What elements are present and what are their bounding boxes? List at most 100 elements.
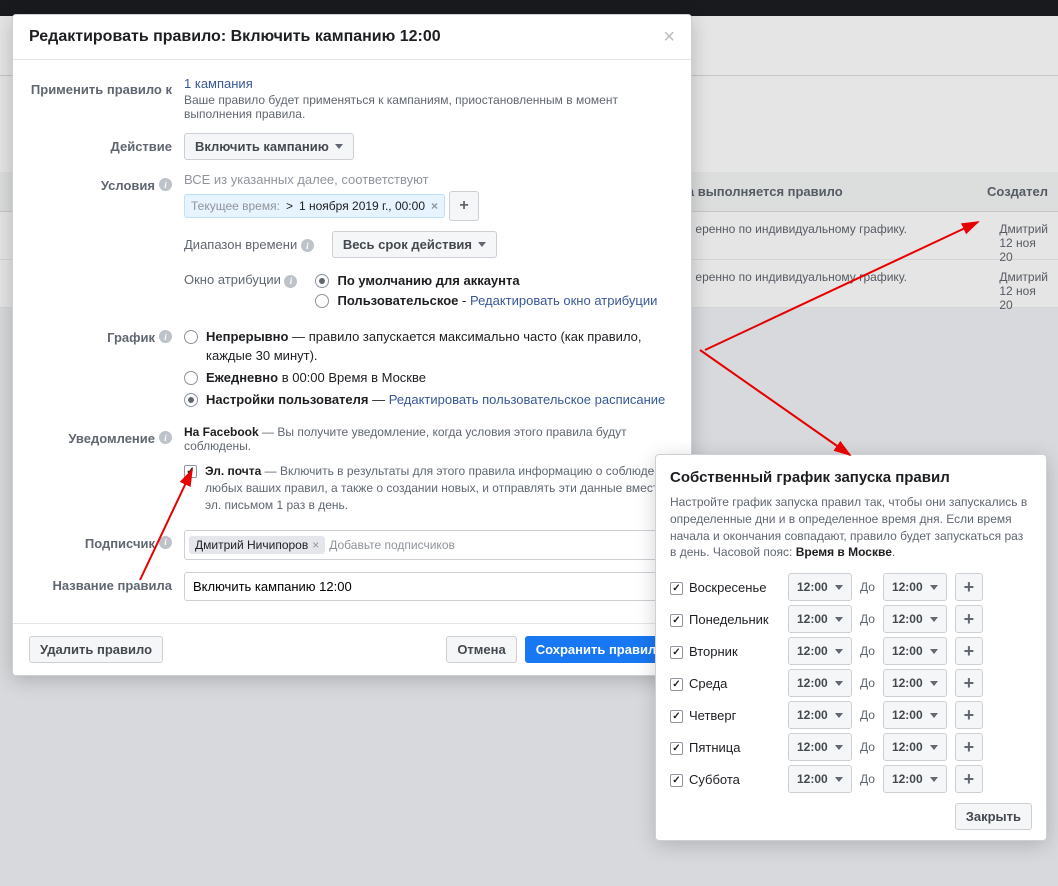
notification-label: Уведомлениеi	[29, 425, 184, 517]
info-icon[interactable]: i	[159, 536, 172, 549]
add-time-range-button[interactable]: +	[955, 701, 983, 729]
checkbox-icon	[670, 710, 683, 723]
radio-icon	[184, 330, 198, 344]
day-label: Суббота	[689, 772, 740, 787]
day-checkbox[interactable]: Среда	[670, 676, 780, 691]
time-from-dropdown[interactable]: 12:00	[788, 765, 852, 793]
schedule-day-row: Понедельник12:00До12:00+	[670, 605, 1032, 633]
to-label: До	[860, 708, 875, 722]
chevron-down-icon	[835, 713, 843, 718]
modal-title: Редактировать правило: Включить кампанию…	[29, 28, 663, 46]
schedule-day-row: Воскресенье 12:00 До 12:00 +	[670, 573, 1032, 601]
time-to-dropdown[interactable]: 12:00	[883, 733, 947, 761]
day-checkbox[interactable]: Четверг	[670, 708, 780, 723]
attribution-default-radio[interactable]: По умолчанию для аккаунта	[315, 272, 657, 290]
attribution-custom-radio[interactable]: Пользовательское - Редактировать окно ат…	[315, 292, 657, 310]
checkbox-icon	[670, 646, 683, 659]
chevron-down-icon	[835, 649, 843, 654]
time-to-dropdown[interactable]: 12:00	[883, 701, 947, 729]
close-icon[interactable]: ×	[663, 27, 675, 47]
chip-remove-icon[interactable]: ×	[431, 199, 438, 213]
add-time-range-button[interactable]: +	[955, 605, 983, 633]
cancel-button[interactable]: Отмена	[446, 636, 516, 663]
to-label: До	[860, 772, 875, 786]
add-time-range-button[interactable]: +	[955, 637, 983, 665]
chevron-down-icon	[930, 617, 938, 622]
schedule-continuous-radio[interactable]: Непрерывно — правило запускается максима…	[184, 328, 675, 364]
rule-name-input[interactable]	[184, 572, 675, 601]
time-from-dropdown[interactable]: 12:00	[788, 573, 852, 601]
save-rule-button[interactable]: Сохранить правило	[525, 636, 675, 663]
radio-icon	[184, 371, 198, 385]
add-condition-button[interactable]: +	[449, 191, 479, 221]
info-icon[interactable]: i	[301, 239, 314, 252]
custom-schedule-popover: Собственный график запуска правил Настро…	[655, 454, 1047, 841]
edit-attribution-link[interactable]: Редактировать окно атрибуции	[470, 293, 657, 308]
info-icon[interactable]: i	[159, 330, 172, 343]
close-popover-button[interactable]: Закрыть	[955, 803, 1032, 830]
subscriber-label: Подписчикi	[29, 530, 184, 560]
day-label: Среда	[689, 676, 727, 691]
radio-icon	[184, 393, 198, 407]
attribution-label: Окно атрибуции i	[184, 270, 297, 288]
chevron-down-icon	[835, 777, 843, 782]
chevron-down-icon	[835, 585, 843, 590]
add-time-range-button[interactable]: +	[955, 669, 983, 697]
schedule-daily-radio[interactable]: Ежедневно в 00:00 Время в Москве	[184, 369, 675, 387]
delete-rule-button[interactable]: Удалить правило	[29, 636, 163, 663]
schedule-day-row: Вторник12:00До12:00+	[670, 637, 1032, 665]
add-time-range-button[interactable]: +	[955, 733, 983, 761]
chevron-down-icon	[930, 777, 938, 782]
chevron-down-icon	[835, 745, 843, 750]
rulename-label: Название правила	[29, 572, 184, 601]
schedule-custom-radio[interactable]: Настройки пользователя — Редактировать п…	[184, 391, 675, 409]
condition-chip[interactable]: Текущее время: > 1 ноября 2019 г., 00:00…	[184, 194, 445, 218]
radio-icon	[315, 294, 329, 308]
schedule-label: Графикi	[29, 324, 184, 413]
schedule-day-row: Суббота 12:00 До 12:00 +	[670, 765, 1032, 793]
info-icon[interactable]: i	[284, 275, 297, 288]
time-from-dropdown[interactable]: 12:00	[788, 669, 852, 697]
schedule-day-row: Пятница12:00До12:00+	[670, 733, 1032, 761]
action-label: Действие	[29, 133, 184, 160]
popover-title: Собственный график запуска правил	[670, 469, 1032, 486]
day-label: Пятница	[689, 740, 740, 755]
time-to-dropdown[interactable]: 12:00	[883, 669, 947, 697]
schedule-day-row: Четверг 12:00 До 12:00 +	[670, 701, 1032, 729]
time-to-dropdown[interactable]: 12:00	[883, 765, 947, 793]
day-checkbox[interactable]: Понедельник	[670, 612, 780, 627]
day-checkbox[interactable]: Пятница	[670, 740, 780, 755]
subscriber-token: Дмитрий Ничипоров ×	[189, 536, 325, 554]
time-to-dropdown[interactable]: 12:00	[883, 605, 947, 633]
apply-to-label: Применить правило к	[29, 76, 184, 121]
time-to-dropdown[interactable]: 12:00	[883, 637, 947, 665]
day-checkbox[interactable]: Суббота	[670, 772, 780, 787]
edit-rule-modal: Редактировать правило: Включить кампанию…	[12, 14, 692, 676]
time-from-dropdown[interactable]: 12:00	[788, 701, 852, 729]
time-to-dropdown[interactable]: 12:00	[883, 573, 947, 601]
edit-schedule-link[interactable]: Редактировать пользовательское расписани…	[389, 392, 666, 407]
subscriber-placeholder: Добавьте подписчиков	[329, 538, 455, 552]
token-remove-icon[interactable]: ×	[312, 538, 319, 552]
day-checkbox[interactable]: Воскресенье	[670, 580, 780, 595]
day-checkbox[interactable]: Вторник	[670, 644, 780, 659]
chevron-down-icon	[930, 681, 938, 686]
time-from-dropdown[interactable]: 12:00	[788, 733, 852, 761]
add-time-range-button[interactable]: +	[955, 765, 983, 793]
time-from-dropdown[interactable]: 12:00	[788, 637, 852, 665]
info-icon[interactable]: i	[159, 178, 172, 191]
notify-facebook-text: На Facebook — Вы получите уведомление, к…	[184, 425, 675, 453]
apply-to-link[interactable]: 1 кампания	[184, 76, 253, 91]
to-label: До	[860, 580, 875, 594]
chevron-down-icon	[835, 681, 843, 686]
add-time-range-button[interactable]: +	[955, 573, 983, 601]
chevron-down-icon	[335, 144, 343, 149]
action-dropdown[interactable]: Включить кампанию	[184, 133, 354, 160]
time-from-dropdown[interactable]: 12:00	[788, 605, 852, 633]
chevron-down-icon	[478, 242, 486, 247]
info-icon[interactable]: i	[159, 431, 172, 444]
conditions-header: ВСЕ из указанных далее, соответствуют	[184, 172, 675, 187]
timerange-dropdown[interactable]: Весь срок действия	[332, 231, 497, 258]
subscriber-input[interactable]: Дмитрий Ничипоров × Добавьте подписчиков	[184, 530, 675, 560]
notify-email-checkbox[interactable]: Эл. почта — Включить в результаты для эт…	[184, 463, 675, 513]
